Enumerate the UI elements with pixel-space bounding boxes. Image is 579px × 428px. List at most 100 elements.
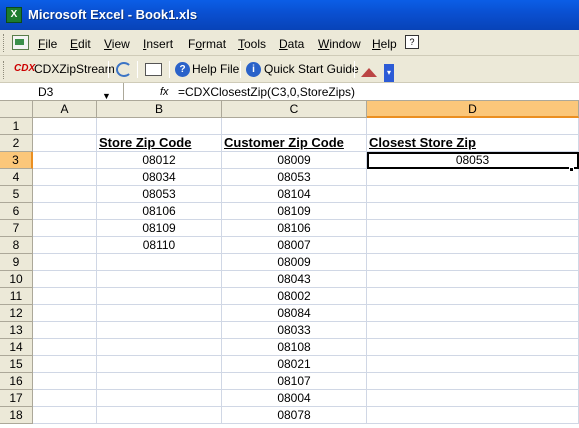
cell-a11[interactable] [33,288,97,305]
cell-a9[interactable] [33,254,97,271]
customer-zip-cell[interactable]: 08078 [222,407,367,424]
cell-b9[interactable] [97,254,222,271]
cell-b11[interactable] [97,288,222,305]
customer-zip-cell[interactable]: 08107 [222,373,367,390]
store-zip-cell[interactable]: 08053 [97,186,222,203]
name-box[interactable]: D3 ▼ [0,83,124,101]
menu-tools[interactable]: Tools [238,36,266,52]
customer-zip-cell[interactable]: 08108 [222,339,367,356]
cell-d14[interactable] [367,339,579,356]
customer-zip-cell[interactable]: 08109 [222,203,367,220]
cell-a12[interactable] [33,305,97,322]
worksheet-grid[interactable]: ABCD 1 2 3 4 5 6 7 8 9 10 11 12 13 14 15 16 17 18 Store Z… [0,101,579,428]
quick-start-guide-button[interactable]: Quick Start Guide [264,60,359,79]
customer-zip-cell[interactable]: 08007 [222,237,367,254]
toolbar-grip[interactable] [3,34,6,52]
toolbar-grip[interactable] [3,61,6,79]
row-header-12[interactable]: 12 [0,305,33,322]
row-header-2[interactable]: 2 [0,135,33,152]
store-zip-cell[interactable]: 08034 [97,169,222,186]
cell-a15[interactable] [33,356,97,373]
cell-a17[interactable] [33,390,97,407]
cell-b14[interactable] [97,339,222,356]
toolbar-options-chevron-icon[interactable]: ▾ [384,64,394,82]
menu-format[interactable]: Format [188,36,226,52]
cell-b17[interactable] [97,390,222,407]
cell-a10[interactable] [33,271,97,288]
menu-data[interactable]: Data [279,36,304,52]
book-help-icon[interactable]: ? [405,35,419,49]
closest-store-header[interactable]: Closest Store Zip [367,135,579,152]
menu-insert[interactable]: Insert [143,36,173,52]
customer-zip-cell[interactable]: 08002 [222,288,367,305]
formula-input[interactable]: =CDXClosestZip(C3,0,StoreZips) [178,83,355,101]
card-icon[interactable] [145,63,162,76]
cell-b13[interactable] [97,322,222,339]
cell-a4[interactable] [33,169,97,186]
customer-zip-cell[interactable]: 08033 [222,322,367,339]
row-header-4[interactable]: 4 [0,169,33,186]
row-header-18[interactable]: 18 [0,407,33,424]
customer-zip-cell[interactable]: 08021 [222,356,367,373]
store-zip-cell[interactable]: 08106 [97,203,222,220]
cell-b10[interactable] [97,271,222,288]
cell-d10[interactable] [367,271,579,288]
cell-a14[interactable] [33,339,97,356]
customer-zip-cell[interactable]: 08104 [222,186,367,203]
cell-d18[interactable] [367,407,579,424]
cell-b12[interactable] [97,305,222,322]
row-header-11[interactable]: 11 [0,288,33,305]
row-header-13[interactable]: 13 [0,322,33,339]
row-header-15[interactable]: 15 [0,356,33,373]
store-zip-cell[interactable]: 08012 [97,152,222,169]
column-header-a[interactable]: A [33,101,97,118]
cell-b18[interactable] [97,407,222,424]
cell-b15[interactable] [97,356,222,373]
column-header-d[interactable]: D [367,101,579,118]
column-header-b[interactable]: B [97,101,222,118]
store-zip-cell[interactable]: 08110 [97,237,222,254]
info-icon[interactable]: i [246,62,261,77]
row-header-10[interactable]: 10 [0,271,33,288]
customer-zip-cell[interactable]: 08053 [222,169,367,186]
cell-a6[interactable] [33,203,97,220]
customer-zip-cell[interactable]: 08009 [222,152,367,169]
row-header-8[interactable]: 8 [0,237,33,254]
cell-d1[interactable] [367,118,579,135]
help-icon[interactable]: ? [175,62,190,77]
cell-a16[interactable] [33,373,97,390]
closest-store-cell[interactable]: 08053 [367,152,579,169]
menu-edit[interactable]: Edit [70,36,91,52]
help-file-button[interactable]: Help File [192,60,239,79]
menu-window[interactable]: Window [318,36,361,52]
row-header-5[interactable]: 5 [0,186,33,203]
cell-a18[interactable] [33,407,97,424]
cell-b16[interactable] [97,373,222,390]
cell-a3[interactable] [33,152,97,169]
customer-zip-cell[interactable]: 08106 [222,220,367,237]
cell-d11[interactable] [367,288,579,305]
cell-d4[interactable] [367,169,579,186]
row-header-7[interactable]: 7 [0,220,33,237]
row-header-6[interactable]: 6 [0,203,33,220]
cell-d7[interactable] [367,220,579,237]
cell-b1[interactable] [97,118,222,135]
cell-a1[interactable] [33,118,97,135]
cell-a2[interactable] [33,135,97,152]
store-zip-cell[interactable]: 08109 [97,220,222,237]
row-header-9[interactable]: 9 [0,254,33,271]
cell-d9[interactable] [367,254,579,271]
row-header-17[interactable]: 17 [0,390,33,407]
cell-a7[interactable] [33,220,97,237]
row-header-3[interactable]: 3 [0,152,33,169]
cell-c1[interactable] [222,118,367,135]
cell-a5[interactable] [33,186,97,203]
cell-d8[interactable] [367,237,579,254]
customer-zip-cell[interactable]: 08084 [222,305,367,322]
store-zip-header[interactable]: Store Zip Code [97,135,222,152]
column-header-c[interactable]: C [222,101,367,118]
cell-d12[interactable] [367,305,579,322]
cell-d5[interactable] [367,186,579,203]
menu-view[interactable]: View [104,36,130,52]
cell-a13[interactable] [33,322,97,339]
